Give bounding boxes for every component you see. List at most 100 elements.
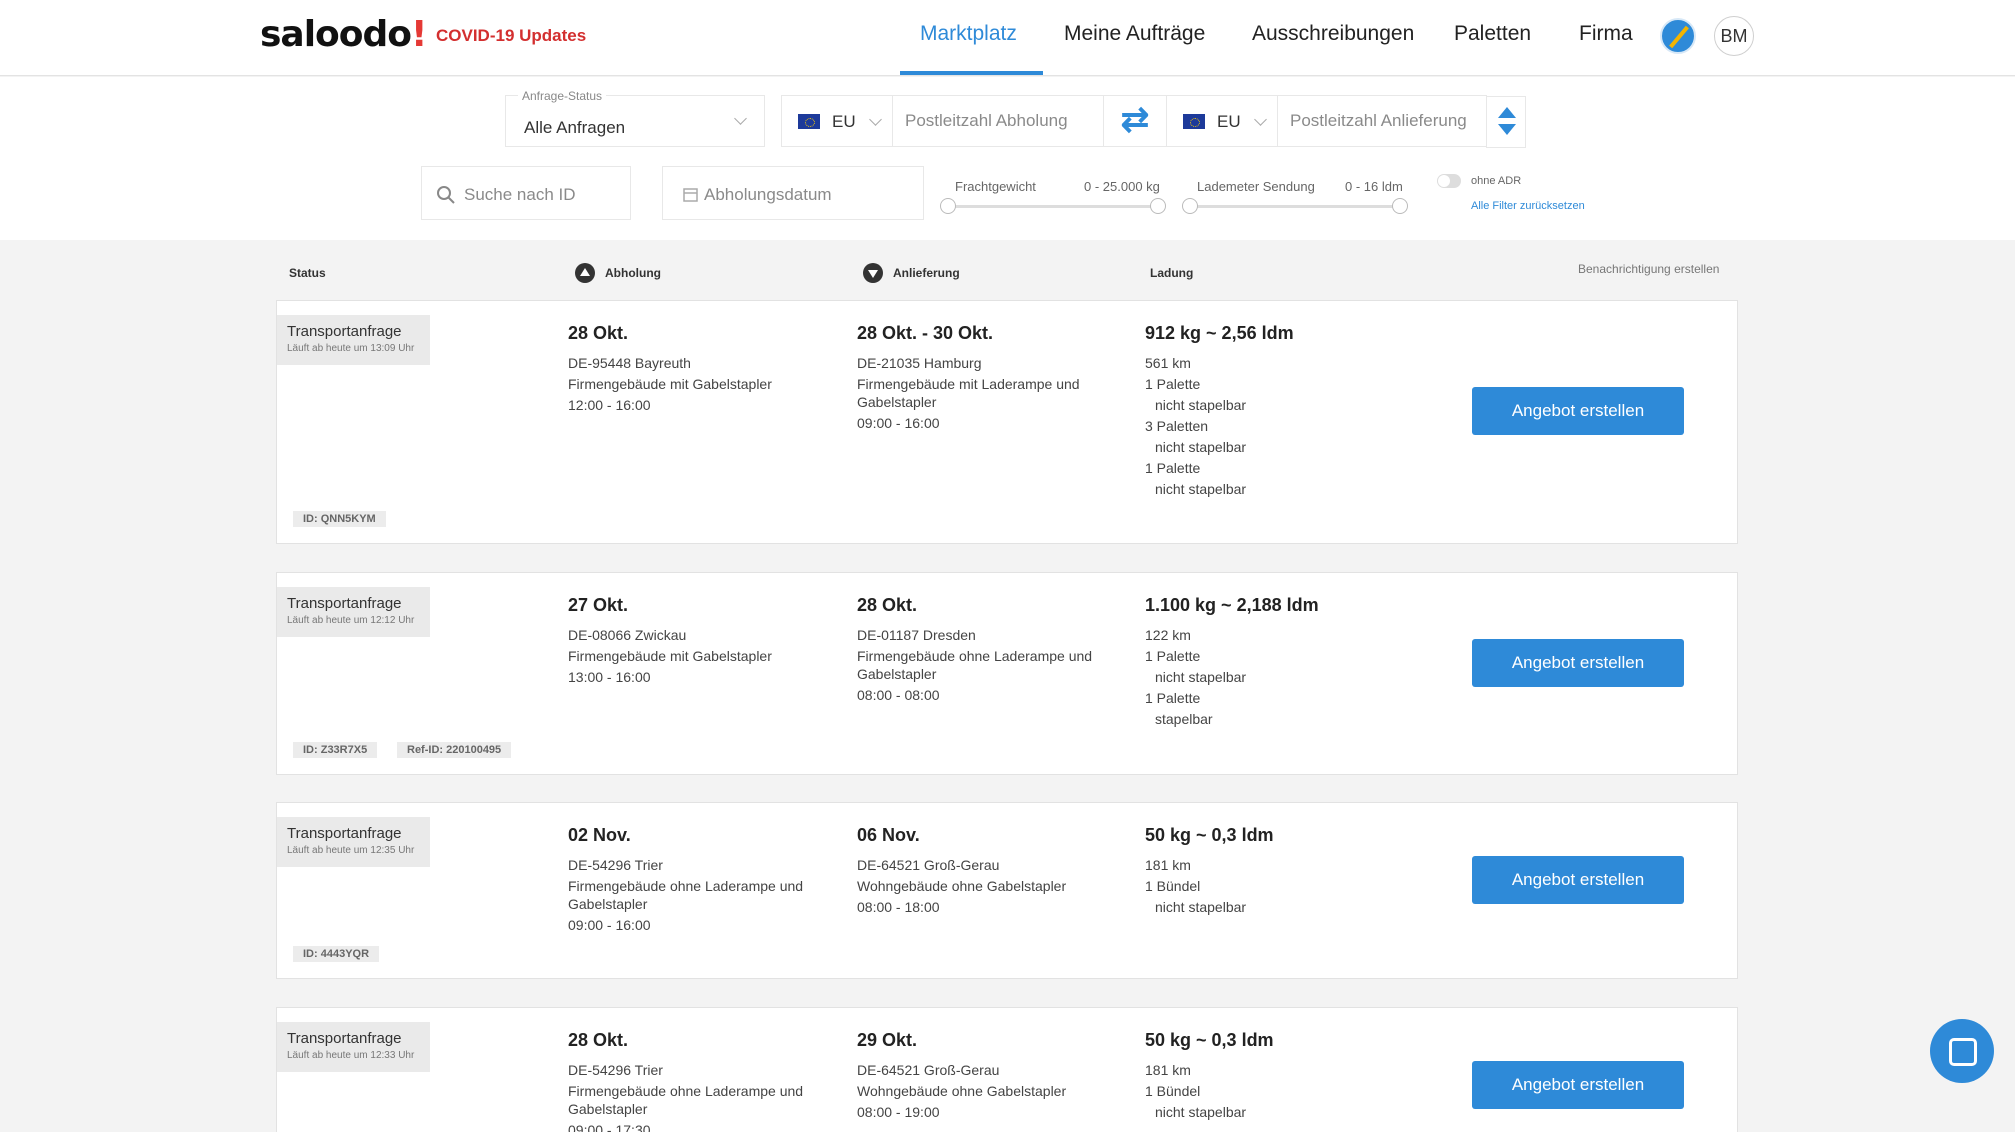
- col-load: Ladung: [1150, 266, 1194, 280]
- status-tag: Transportanfrage Läuft ab heute um 12:33…: [277, 1022, 430, 1072]
- reset-filters-link[interactable]: Alle Filter zurücksetzen: [1471, 200, 1585, 212]
- sort-toggle[interactable]: [1486, 96, 1526, 148]
- pickup-region-select[interactable]: EU: [781, 95, 893, 147]
- load-detail: nicht stapelbar: [1155, 1104, 1247, 1120]
- load-summary: 1.100 kg ~ 2,188 ldm: [1145, 595, 1319, 615]
- pickup-detail: Firmengebäude ohne Laderampe und: [568, 878, 804, 894]
- eu-flag-icon: [1183, 114, 1205, 129]
- arrow-up-icon: [1498, 107, 1516, 118]
- delivery-detail: Gabelstapler: [857, 394, 937, 410]
- nav-firma[interactable]: Firma: [1579, 22, 1633, 46]
- listing-card: Transportanfrage Läuft ab heute um 12:33…: [276, 1007, 1738, 1132]
- load-detail: 1 Palette: [1145, 690, 1201, 706]
- create-offer-button[interactable]: Angebot erstellen: [1472, 639, 1684, 687]
- ldm-slider-track: [1190, 205, 1400, 208]
- status-tag-expiry: Läuft ab heute um 12:33 Uhr: [287, 1050, 415, 1061]
- delivery-place: DE-64521 Groß-Gerau: [857, 857, 1000, 873]
- delivery-date: 28 Okt.: [857, 595, 918, 615]
- delivery-detail: Wohngebäude ohne Gabelstapler: [857, 878, 1067, 894]
- delivery-place: DE-21035 Hamburg: [857, 355, 982, 371]
- ldm-slider-max-handle[interactable]: [1392, 198, 1408, 214]
- status-tag: Transportanfrage Läuft ab heute um 12:12…: [277, 587, 430, 637]
- weight-slider-min-handle[interactable]: [940, 198, 956, 214]
- id-badge: ID: 4443YQR: [293, 946, 380, 962]
- pickup-region-value: EU: [832, 112, 856, 131]
- pickup-detail: 09:00 - 16:00: [568, 917, 651, 933]
- delivery-detail: Gabelstapler: [857, 666, 937, 682]
- delivery-detail: Firmengebäude mit Laderampe und: [857, 376, 1080, 392]
- delivery-arrow-icon: [863, 263, 883, 283]
- chevron-down-icon: [734, 112, 747, 125]
- pickup-detail: Firmengebäude mit Gabelstapler: [568, 648, 772, 664]
- weight-slider-label: Frachtgewicht: [955, 179, 1036, 194]
- create-offer-button[interactable]: Angebot erstellen: [1472, 1061, 1684, 1109]
- load-detail: 3 Paletten: [1145, 418, 1209, 434]
- col-status: Status: [289, 266, 326, 280]
- nav-ausschreibungen[interactable]: Ausschreibungen: [1252, 22, 1414, 46]
- create-notification-link[interactable]: Benachrichtigung erstellen: [1578, 262, 1719, 276]
- weight-slider-range: 0 - 25.000 kg: [1084, 179, 1160, 194]
- ldm-slider-min-handle[interactable]: [1182, 198, 1198, 214]
- delivery-date: 28 Okt. - 30 Okt.: [857, 323, 994, 343]
- pickup-date: 28 Okt.: [568, 1030, 629, 1050]
- adr-toggle[interactable]: [1437, 174, 1461, 188]
- pickup-place: DE-95448 Bayreuth: [568, 355, 691, 371]
- status-tag: Transportanfrage Läuft ab heute um 13:09…: [277, 315, 430, 365]
- status-select[interactable]: Anfrage-Status Alle Anfragen: [505, 89, 765, 147]
- load-detail: nicht stapelbar: [1155, 669, 1247, 685]
- load-detail: nicht stapelbar: [1155, 439, 1247, 455]
- pickup-date-placeholder: Abholungsdatum: [704, 185, 832, 204]
- delivery-detail: 08:00 - 08:00: [857, 687, 940, 703]
- pickup-zip-input[interactable]: Postleitzahl Abholung: [892, 95, 1104, 147]
- chat-icon[interactable]: [1930, 1019, 1994, 1083]
- delivery-detail: 08:00 - 18:00: [857, 899, 940, 915]
- weight-slider-max-handle[interactable]: [1150, 198, 1166, 214]
- nav-paletten[interactable]: Paletten: [1454, 22, 1531, 46]
- covid-updates-link[interactable]: COVID-19 Updates: [436, 26, 586, 46]
- listing-card: Transportanfrage Läuft ab heute um 13:09…: [276, 300, 1738, 544]
- ref-id-badge: Ref-ID: 220100495: [397, 742, 512, 758]
- delivery-date: 06 Nov.: [857, 825, 920, 845]
- nav-meine-auftraege[interactable]: Meine Aufträge: [1064, 22, 1205, 46]
- pickup-detail: Firmengebäude mit Gabelstapler: [568, 376, 772, 392]
- delivery-detail: Wohngebäude ohne Gabelstapler: [857, 1083, 1067, 1099]
- swap-arrows-icon[interactable]: ⇄: [1103, 95, 1167, 147]
- delivery-region-select[interactable]: EU: [1166, 95, 1278, 147]
- id-badge: ID: Z33R7X5: [293, 742, 378, 758]
- nav-marktplatz[interactable]: Marktplatz: [920, 22, 1017, 46]
- create-offer-button[interactable]: Angebot erstellen: [1472, 387, 1684, 435]
- status-tag-title: Transportanfrage: [287, 1030, 402, 1047]
- pickup-place: DE-54296 Trier: [568, 857, 663, 873]
- delivery-place: DE-01187 Dresden: [857, 627, 976, 643]
- saloodo-logo[interactable]: saloodo!: [260, 14, 427, 55]
- load-detail: 1 Palette: [1145, 376, 1201, 392]
- delivery-zip-placeholder: Postleitzahl Anlieferung: [1290, 111, 1467, 130]
- pickup-detail: 09:00 - 17:30: [568, 1122, 651, 1132]
- create-offer-button[interactable]: Angebot erstellen: [1472, 856, 1684, 904]
- status-tag: Transportanfrage Läuft ab heute um 12:35…: [277, 817, 430, 867]
- delivery-date: 29 Okt.: [857, 1030, 918, 1050]
- status-tag-title: Transportanfrage: [287, 825, 402, 842]
- load-detail: 1 Palette: [1145, 648, 1201, 664]
- logo-bang: !: [411, 14, 427, 55]
- status-select-label: Anfrage-Status: [518, 89, 607, 103]
- pickup-date: 28 Okt.: [568, 323, 629, 343]
- search-id-input[interactable]: Suche nach ID: [421, 166, 631, 220]
- pickup-date: 02 Nov.: [568, 825, 631, 845]
- compass-icon[interactable]: [1660, 18, 1696, 54]
- pickup-detail: Gabelstapler: [568, 1101, 648, 1117]
- col-pickup: Abholung: [605, 266, 661, 280]
- pickup-detail: 12:00 - 16:00: [568, 397, 651, 413]
- calendar-icon: [683, 188, 698, 202]
- load-detail: 181 km: [1145, 857, 1191, 873]
- load-detail: 561 km: [1145, 355, 1191, 371]
- load-detail: 122 km: [1145, 627, 1191, 643]
- delivery-zip-input[interactable]: Postleitzahl Anlieferung: [1277, 95, 1487, 147]
- user-avatar[interactable]: BM: [1714, 16, 1754, 56]
- chevron-down-icon: [869, 113, 882, 126]
- delivery-region-value: EU: [1217, 112, 1241, 131]
- pickup-detail: Firmengebäude ohne Laderampe und: [568, 1083, 804, 1099]
- pickup-date-input[interactable]: Abholungsdatum: [662, 166, 924, 220]
- logo-text: saloodo: [260, 14, 412, 55]
- weight-slider-track: [948, 205, 1158, 208]
